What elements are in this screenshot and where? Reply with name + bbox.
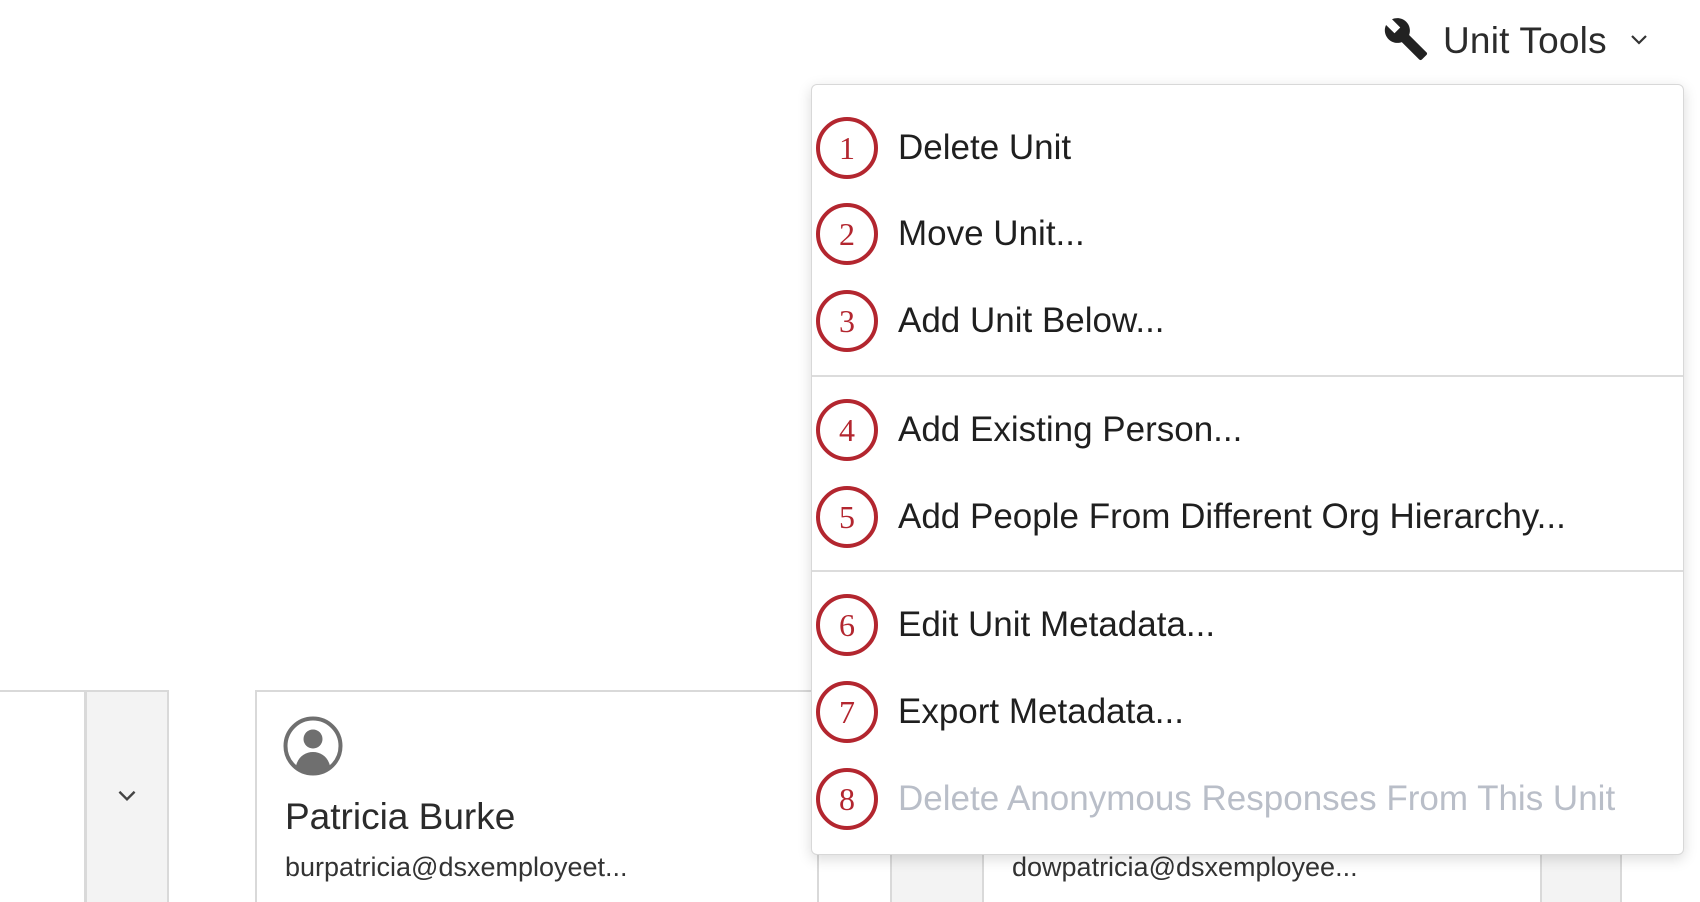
menu-item-label: Add People From Different Org Hierarchy.… bbox=[898, 497, 1566, 536]
annotation-badge: 1 bbox=[816, 117, 878, 179]
menu-item-add-unit-below[interactable]: 3 Add Unit Below... bbox=[812, 286, 1683, 356]
menu-divider bbox=[812, 570, 1683, 572]
menu-item-label: Edit Unit Metadata... bbox=[898, 605, 1216, 644]
menu-item-export-metadata[interactable]: 7 Export Metadata... bbox=[812, 677, 1683, 747]
menu-item-edit-unit-metadata[interactable]: 6 Edit Unit Metadata... bbox=[812, 590, 1683, 660]
annotation-badge: 5 bbox=[816, 486, 878, 548]
menu-item-label: Export Metadata... bbox=[898, 692, 1184, 731]
person-email-right: dowpatricia@dsxemployee... bbox=[1012, 852, 1358, 882]
annotation-badge: 3 bbox=[816, 290, 878, 352]
wrench-icon bbox=[1383, 16, 1429, 67]
menu-item-label: Add Existing Person... bbox=[898, 410, 1243, 449]
user-avatar-icon bbox=[283, 716, 343, 776]
person-card-left bbox=[0, 690, 86, 902]
menu-item-label: Delete Unit bbox=[898, 128, 1072, 167]
chevron-down-icon bbox=[1627, 27, 1651, 56]
annotation-badge: 6 bbox=[816, 594, 878, 656]
annotation-badge: 8 bbox=[816, 768, 878, 830]
person-name: Patricia Burke bbox=[285, 796, 516, 837]
menu-item-delete-unit[interactable]: 1 Delete Unit bbox=[812, 113, 1683, 183]
person-email: burpatricia@dsxemployeet... bbox=[285, 852, 628, 882]
menu-item-label: Move Unit... bbox=[898, 214, 1085, 253]
chevron-down-icon bbox=[114, 782, 140, 813]
menu-item-move-unit[interactable]: 2 Move Unit... bbox=[812, 199, 1683, 269]
unit-tools-label: Unit Tools bbox=[1443, 20, 1607, 61]
menu-item-label: Add Unit Below... bbox=[898, 301, 1165, 340]
menu-item-add-people-different-org[interactable]: 5 Add People From Different Org Hierarch… bbox=[812, 482, 1683, 552]
annotation-badge: 2 bbox=[816, 203, 878, 265]
expand-button[interactable] bbox=[85, 690, 169, 902]
unit-tools-menu: 1 Delete Unit 2 Move Unit... 3 Add Unit … bbox=[811, 84, 1684, 855]
menu-divider bbox=[812, 375, 1683, 377]
menu-item-add-existing-person[interactable]: 4 Add Existing Person... bbox=[812, 395, 1683, 465]
annotation-badge: 7 bbox=[816, 681, 878, 743]
menu-item-delete-anonymous-responses: 8 Delete Anonymous Responses From This U… bbox=[812, 764, 1683, 834]
menu-item-label: Delete Anonymous Responses From This Uni… bbox=[898, 779, 1616, 818]
person-card[interactable]: Patricia Burke burpatricia@dsxemployeet.… bbox=[255, 690, 819, 902]
unit-tools-button[interactable]: Unit Tools bbox=[1383, 14, 1666, 68]
annotation-badge: 4 bbox=[816, 399, 878, 461]
